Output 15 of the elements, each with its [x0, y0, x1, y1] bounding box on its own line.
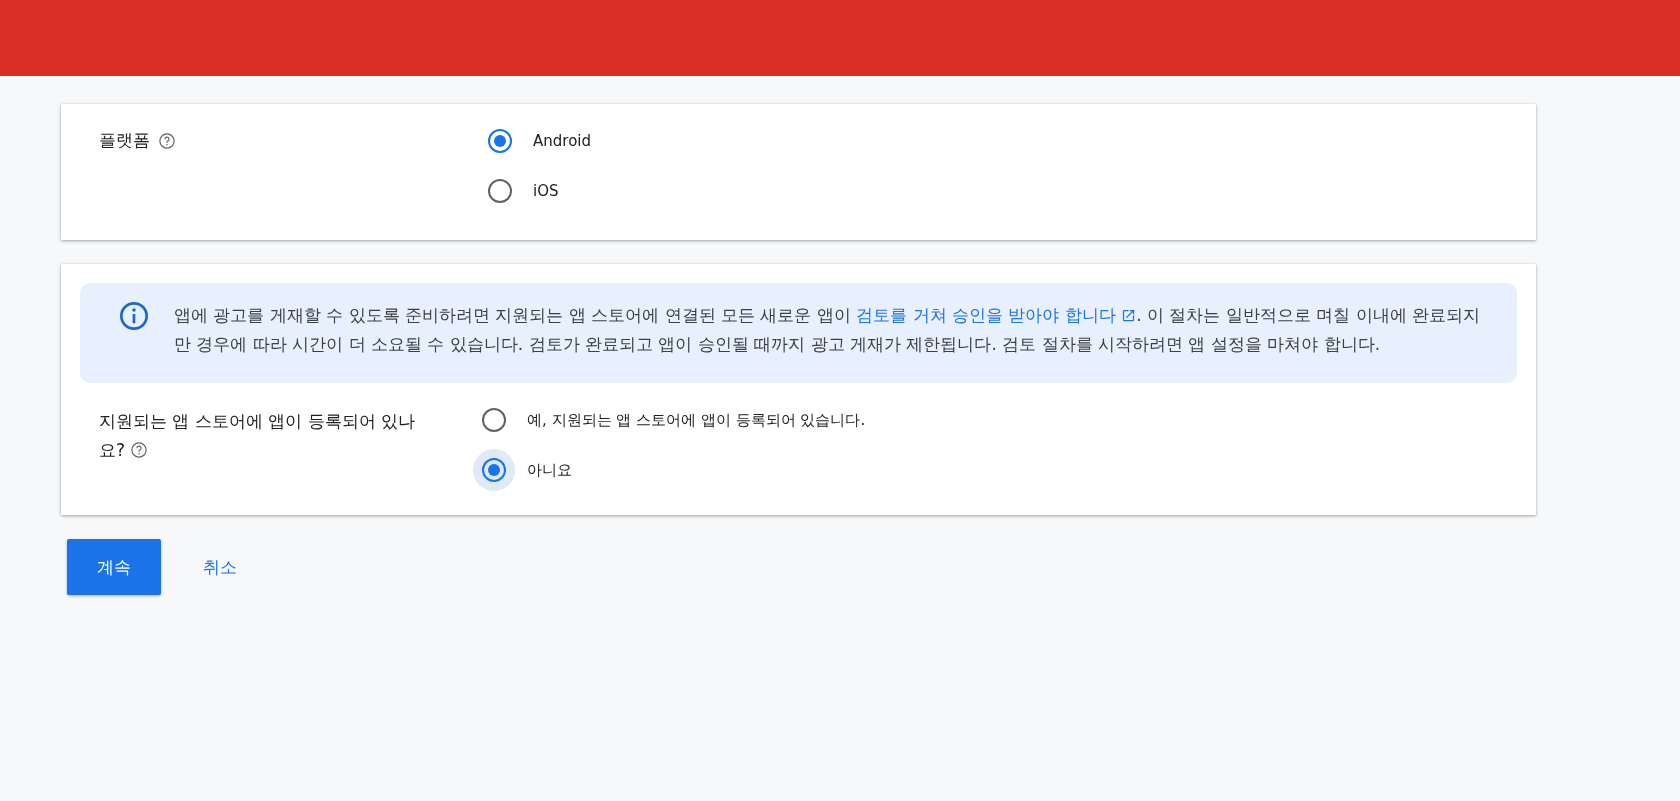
help-icon[interactable]: [158, 132, 176, 150]
field-label: 지원되는 앱 스토어에 앱이 등록되어 있나요?: [99, 410, 417, 462]
field-label: 플랫폼: [99, 129, 150, 152]
radio-label: 아니요: [527, 460, 572, 480]
radio-label: iOS: [533, 182, 559, 200]
notice-text: 앱에 광고를 게재할 수 있도록 준비하려면 지원되는 앱 스토어에 연결된 모든 새로운 앱이 검토를 거쳐 승인을 받아야 합니다 . 이 절차는 일반적으로 며칠 이내에 완료되지만 경우에 따라 시간이 더 소요될 수 있습니다. 검토가 완료되고 앱이 승인될 때까지 광고 게재가 제한됩니다. 검토 절차를 시작하려면 앱 설정을 마쳐야 합니다.: [174, 304, 1482, 356]
review-link[interactable]: 검토를 거쳐 승인을 받아야 합니다: [856, 305, 1137, 325]
cancel-button[interactable]: 취소: [197, 547, 243, 587]
help-icon[interactable]: [130, 441, 149, 459]
continue-button[interactable]: 계속: [67, 539, 161, 595]
radio-label: 예, 지원되는 앱 스토어에 앱이 등록되어 있습니다.: [527, 410, 866, 430]
radio-label: Android: [533, 132, 591, 150]
radio-button[interactable]: [473, 449, 515, 491]
info-icon: [118, 300, 150, 332]
external-link-icon: [1121, 308, 1137, 323]
